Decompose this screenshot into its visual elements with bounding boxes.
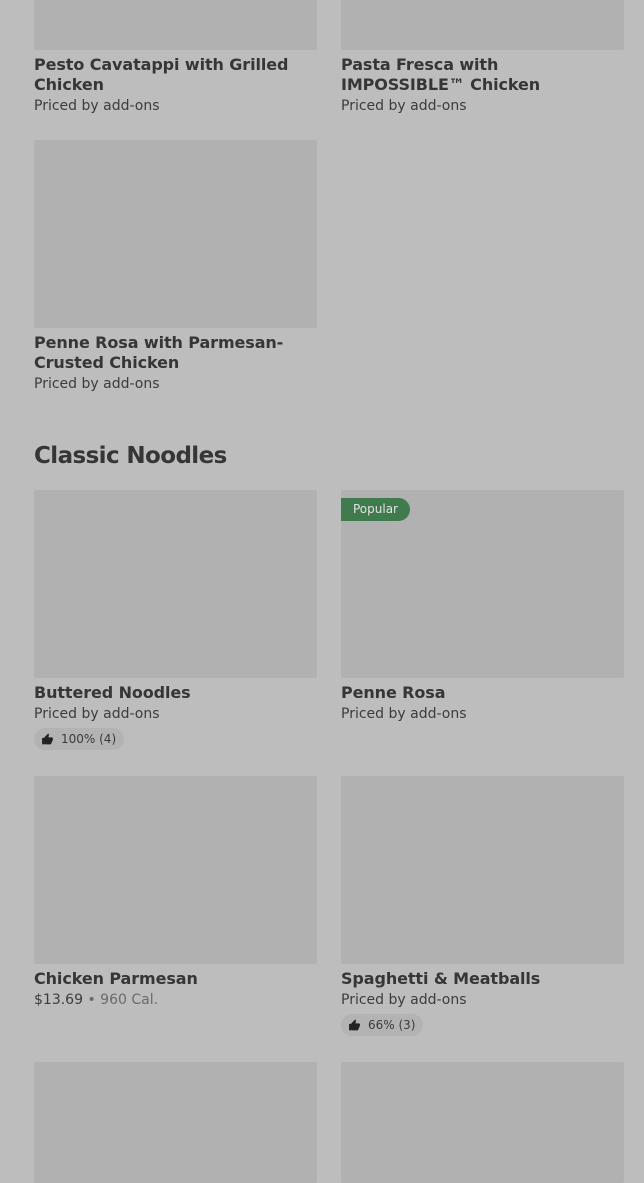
menu-item-title: Penne Rosa bbox=[341, 683, 446, 702]
rating-pill: 66% (3) bbox=[341, 1014, 424, 1036]
rating-pill: 100% (4) bbox=[34, 728, 125, 750]
menu-item-price: Priced by add-ons bbox=[341, 992, 467, 1008]
menu-item-image[interactable] bbox=[341, 1062, 624, 1183]
menu-item-image[interactable] bbox=[34, 140, 317, 328]
menu-item-card[interactable]: Buttered Noodles Priced by add-ons 100% … bbox=[34, 490, 317, 750]
menu-item-title: Spaghetti & Meatballs bbox=[341, 969, 541, 988]
menu-item-price: Priced by add-ons bbox=[341, 706, 467, 722]
calories: 960 Cal. bbox=[100, 992, 159, 1008]
menu-item-image[interactable] bbox=[34, 490, 317, 678]
menu-item-card[interactable]: Pasta Fresca with IMPOSSIBLE™ Chicken Pr… bbox=[341, 0, 624, 115]
menu-item-card[interactable]: Pesto Cavatappi with Grilled Chicken Pri… bbox=[34, 0, 317, 115]
menu-item-title: Buttered Noodles bbox=[34, 683, 191, 702]
menu-item-title: Penne Rosa with Parmesan-Crusted Chicken bbox=[34, 333, 284, 372]
menu-item-card[interactable]: Popular Penne Rosa Priced by add-ons bbox=[341, 490, 624, 723]
menu-item-card[interactable]: Chicken Parmesan $13.69 • 960 Cal. bbox=[34, 776, 317, 1009]
menu-item-image[interactable] bbox=[341, 776, 624, 964]
menu-item-image[interactable] bbox=[34, 776, 317, 964]
thumbs-up-icon bbox=[42, 733, 53, 744]
menu-item-title: Pesto Cavatappi with Grilled Chicken bbox=[34, 55, 289, 94]
menu-item-price: Priced by add-ons bbox=[34, 98, 160, 114]
menu-item-image[interactable]: Popular bbox=[341, 490, 624, 678]
popular-badge: Popular bbox=[341, 498, 410, 521]
menu-item-card[interactable] bbox=[341, 1062, 624, 1183]
menu-item-title: Chicken Parmesan bbox=[34, 969, 198, 988]
menu-item-image[interactable] bbox=[34, 1062, 317, 1183]
menu-item-image[interactable] bbox=[341, 0, 624, 50]
menu-item-price: Priced by add-ons bbox=[34, 706, 160, 722]
section-heading: Classic Noodles bbox=[34, 443, 227, 469]
menu-item-title: Pasta Fresca with IMPOSSIBLE™ Chicken bbox=[341, 55, 541, 94]
menu-item-price: Priced by add-ons bbox=[341, 98, 467, 114]
menu-item-card[interactable]: Penne Rosa with Parmesan-Crusted Chicken… bbox=[34, 140, 317, 393]
menu-item-price: Priced by add-ons bbox=[34, 376, 160, 392]
menu-page: Pesto Cavatappi with Grilled Chicken Pri… bbox=[0, 0, 644, 1183]
rating-text: 100% (4) bbox=[61, 732, 117, 746]
menu-item-card[interactable]: Spaghetti & Meatballs Priced by add-ons … bbox=[341, 776, 624, 1036]
menu-item-image[interactable] bbox=[34, 0, 317, 50]
rating-text: 66% (3) bbox=[368, 1018, 416, 1032]
price-separator: • bbox=[87, 992, 96, 1008]
menu-item-price: $13.69 • 960 Cal. bbox=[34, 992, 317, 1009]
thumbs-up-icon bbox=[349, 1019, 360, 1030]
price-value: $13.69 bbox=[34, 992, 83, 1008]
menu-item-card[interactable] bbox=[34, 1062, 317, 1183]
